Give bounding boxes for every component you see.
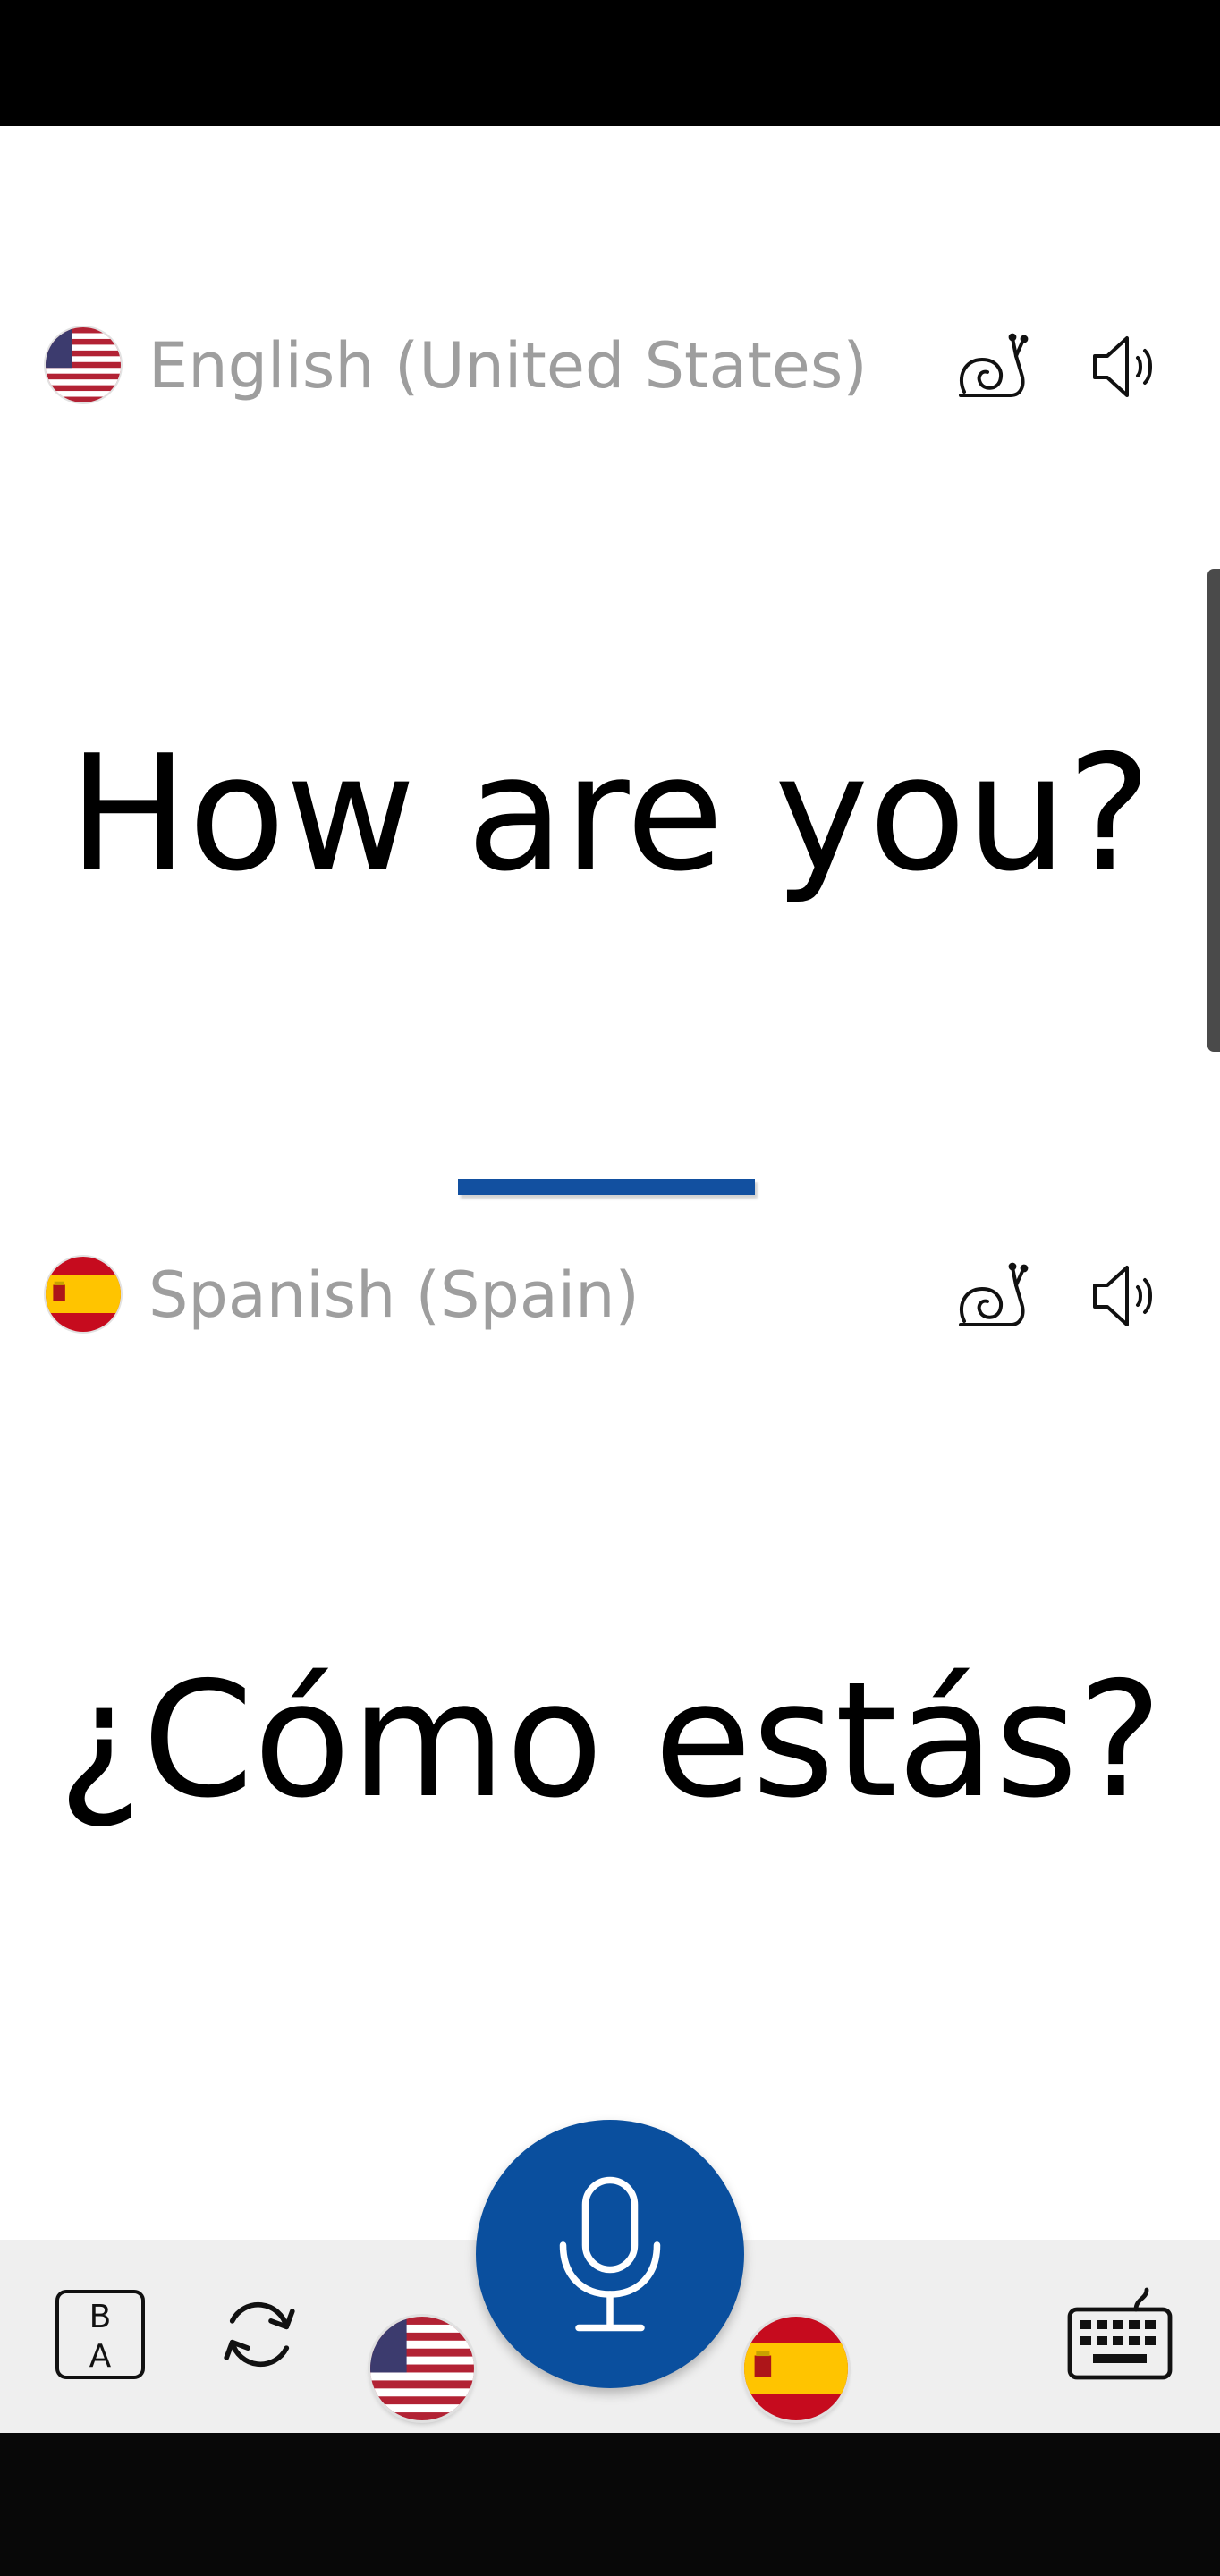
snail-icon [959,333,1029,397]
refresh-icon [224,2301,295,2368]
us-flag-icon[interactable] [370,2317,474,2420]
source-phrase[interactable]: How are you? [0,724,1220,903]
swap-languages-button[interactable]: B A [54,2288,147,2381]
microphone-icon [559,2176,661,2332]
keyboard-icon [1067,2287,1173,2380]
target-language-name[interactable]: Spanish (Spain) [148,1264,640,1326]
source-language-row[interactable]: English (United States) [0,320,1220,410]
refresh-button[interactable] [209,2284,309,2385]
target-phrase[interactable]: ¿Cómo estás? [0,1651,1220,1830]
spain-flag-icon[interactable] [46,1257,121,1332]
swap-languages-icon: B A [55,2290,145,2379]
speak-target-button[interactable] [1080,1250,1173,1343]
speaker-icon [1093,1266,1152,1326]
microphone-button[interactable] [476,2120,744,2388]
us-flag-icon[interactable] [46,327,121,402]
scroll-handle[interactable] [1207,569,1220,1052]
snail-icon [959,1262,1029,1326]
keyboard-button[interactable] [1064,2284,1175,2385]
source-language-name[interactable]: English (United States) [148,335,868,397]
spain-flag-icon[interactable] [744,2317,848,2420]
speaker-icon [1093,336,1152,397]
target-language-row[interactable]: Spanish (Spain) [0,1250,1220,1339]
slow-playback-button[interactable] [946,1250,1039,1343]
panel-divider [458,1179,755,1195]
swap-icon-bottom-letter: A [89,2338,112,2375]
navigation-bar [0,2433,1220,2576]
status-bar [0,0,1220,126]
slow-playback-button[interactable] [946,320,1039,413]
swap-icon-top-letter: B [89,2299,112,2335]
speak-source-button[interactable] [1080,320,1173,413]
